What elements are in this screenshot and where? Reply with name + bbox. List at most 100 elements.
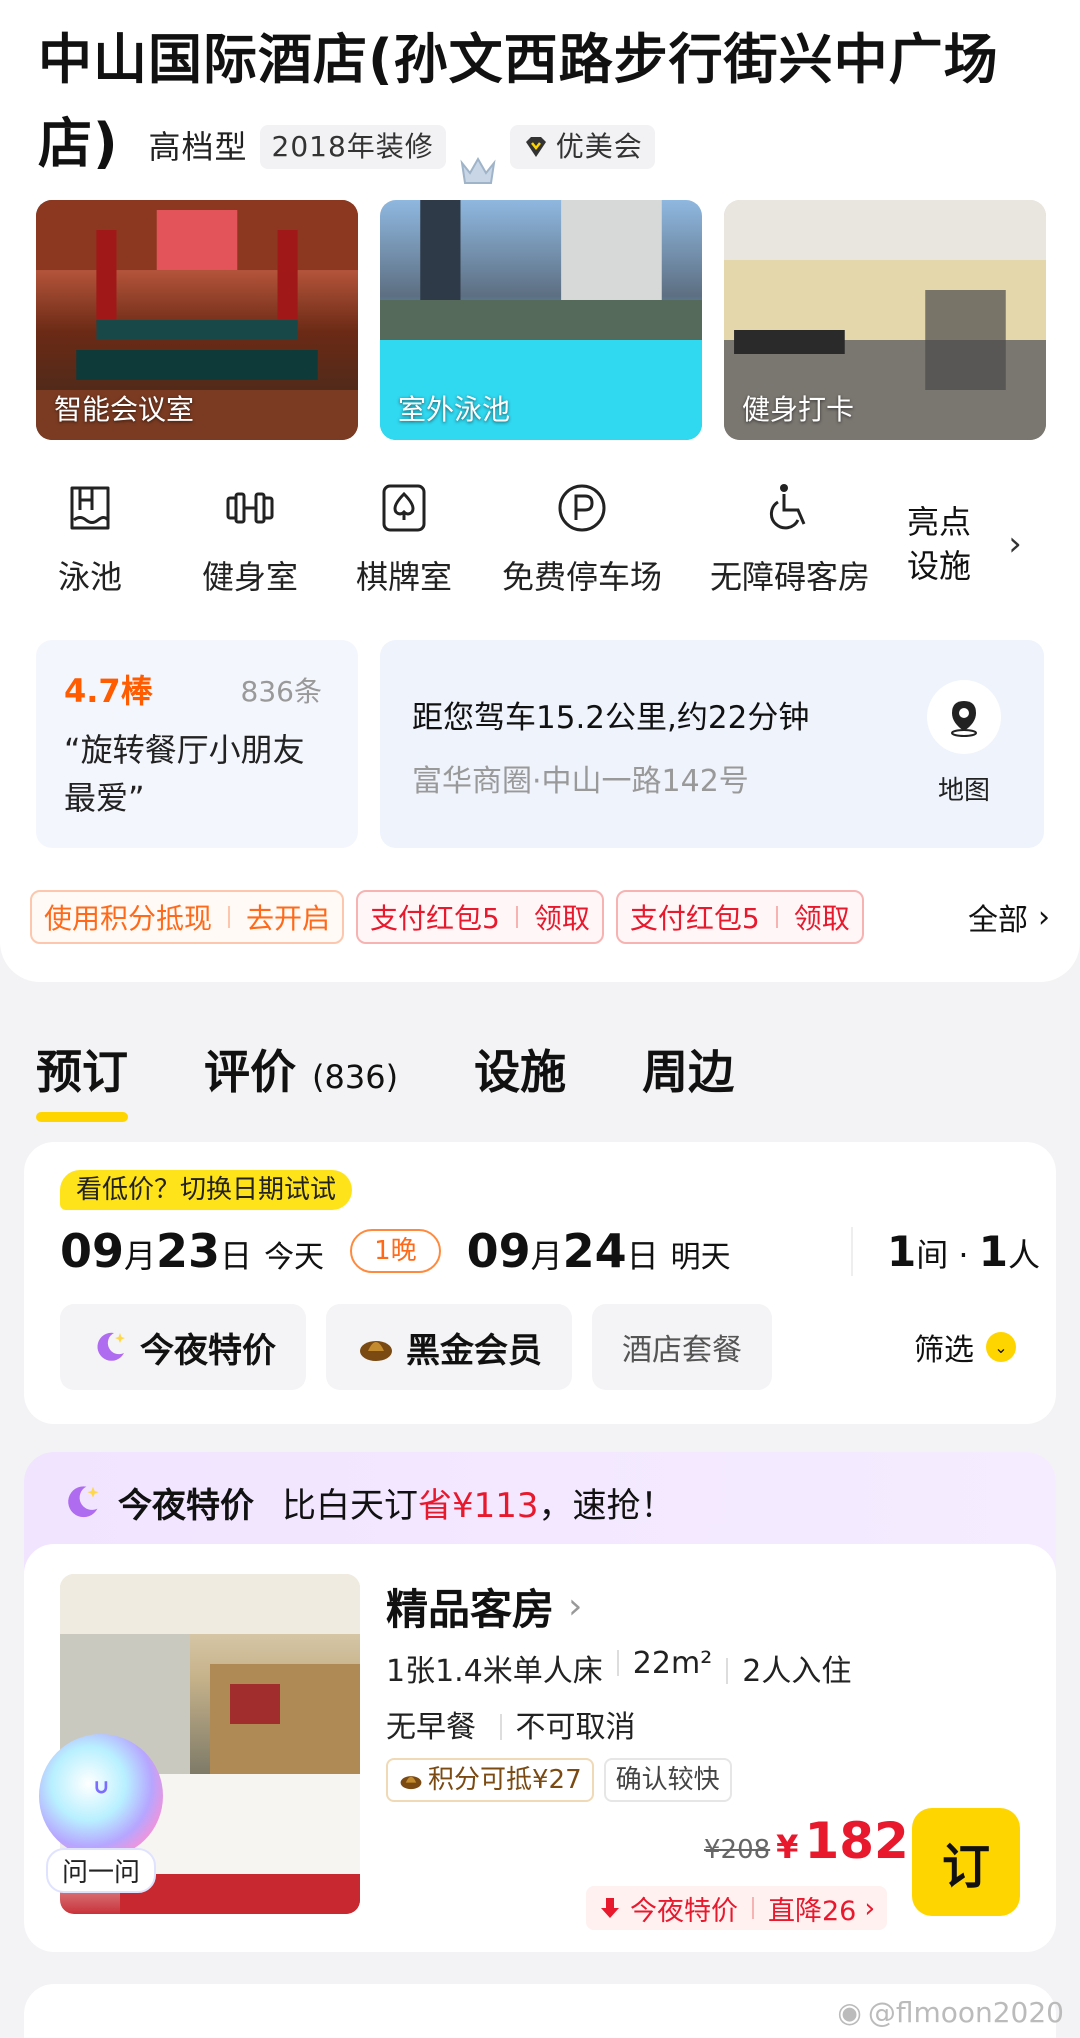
room-policy: 无早餐 不可取消 xyxy=(386,1702,636,1746)
checkin-note: 今天 xyxy=(264,1240,325,1275)
moon-icon xyxy=(68,1486,99,1518)
hotel-grade: 高档型 xyxy=(148,128,248,167)
crown-icon xyxy=(458,129,498,185)
tab-booking[interactable]: 预订 xyxy=(36,1036,128,1122)
facility-label: 健身室 xyxy=(201,558,298,596)
coupon-title: 支付红包5 xyxy=(629,902,760,935)
chevron-right-icon: › xyxy=(1038,899,1050,935)
current-price: 182 xyxy=(804,1812,909,1870)
deal-title: 今夜特价 xyxy=(118,1485,254,1526)
filter-black-gold[interactable]: 黑金会员 xyxy=(326,1304,572,1390)
filter-package[interactable]: 酒店套餐 xyxy=(592,1304,772,1390)
deal-header: 今夜特价 比白天订省¥113，速抢！ xyxy=(60,1474,675,1530)
chevron-right-icon: › xyxy=(864,1892,876,1924)
review-quote: “旋转餐厅小朋友最爱” xyxy=(64,731,305,817)
pool-icon xyxy=(70,486,110,530)
facility-label: 棋牌室 xyxy=(355,558,452,596)
facility-bar: 泳池 健身室 棋牌室 免费停车场 无障碍客房 亮点 设施 › xyxy=(40,480,1050,610)
map-label: 地图 xyxy=(937,776,990,806)
facility-more-line1: 亮点 xyxy=(906,503,971,541)
wheelchair-icon xyxy=(769,484,806,530)
photo-caption: 室外泳池 xyxy=(398,393,511,426)
photo-caption: 健身打卡 xyxy=(742,393,855,426)
facility-more-line2: 设施 xyxy=(906,547,971,585)
date-selector[interactable]: 09月23日 今天 1晚 09月24日 明天 1间 · 1人 xyxy=(60,1216,1040,1286)
location-card[interactable]: 距您驾车15.2公里,约22分钟 富华商圈·中山一路142号 地图 xyxy=(380,640,1044,848)
map-button[interactable]: 地图 xyxy=(924,680,1004,807)
facility-pool[interactable]: 泳池 xyxy=(40,480,140,598)
coupon-points[interactable]: 使用积分抵现 去开启 xyxy=(30,890,345,944)
detail-tabs: 预订 评价 (836) 设施 周边 xyxy=(36,1036,1046,1122)
member-label: 优美会 xyxy=(555,130,643,164)
weibo-icon: ◉ xyxy=(837,1996,862,2029)
black-gold-member-icon xyxy=(360,1341,392,1361)
coupon-action: 领取 xyxy=(793,902,850,935)
facility-card-room[interactable]: 棋牌室 xyxy=(334,480,474,598)
booking-card: 看低价？切换日期试试 09月23日 今天 1晚 09月24日 明天 1间 · 1人 … xyxy=(24,1142,1056,1424)
deal-savings: 省¥113 xyxy=(418,1485,539,1526)
black-gold-member-icon xyxy=(400,1776,422,1790)
watermark: ◉ @flmoon2020 xyxy=(837,1996,1064,2029)
coupon-red-packet[interactable]: 支付红包5 领取 xyxy=(356,890,604,944)
room-filter-bar: 今夜特价 黑金会员 酒店套餐 筛选 ⌄ xyxy=(60,1304,1040,1390)
low-price-tip[interactable]: 看低价？切换日期试试 xyxy=(60,1170,353,1210)
photo-outdoor-pool[interactable]: 室外泳池 xyxy=(380,200,702,440)
filter-button[interactable]: 筛选 ⌄ xyxy=(914,1325,1040,1369)
facility-parking[interactable]: 免费停车场 xyxy=(492,480,672,598)
tab-reviews[interactable]: 评价 (836) xyxy=(204,1036,398,1102)
breakfast-policy: 无早餐 xyxy=(386,1710,476,1745)
moon-icon xyxy=(97,1332,125,1361)
tab-review-count: (836) xyxy=(312,1058,399,1096)
discount-badge[interactable]: 今夜特价 直降26 › xyxy=(586,1886,888,1930)
assistant-label: 问一问 xyxy=(45,1848,156,1893)
original-price: ¥208 xyxy=(704,1835,771,1865)
photo-gallery: 智能会议室 室外泳池 健身打卡 xyxy=(36,200,1046,440)
photo-gym[interactable]: 健身打卡 xyxy=(724,200,1046,440)
coupon-bar: 使用积分抵现 去开启 支付红包5 领取 支付红包5 领取 全部 › xyxy=(30,890,1050,944)
chevron-down-icon: ⌄ xyxy=(986,1332,1016,1362)
arrow-down-icon xyxy=(601,1898,619,1918)
rooms-guests-selector[interactable]: 1间 · 1人 xyxy=(850,1226,1040,1276)
spade-card-icon xyxy=(382,484,426,532)
room-tags: 积分可抵¥27 确认较快 xyxy=(386,1758,732,1802)
tab-nearby[interactable]: 周边 xyxy=(642,1036,734,1102)
room-card[interactable]: 精品客房 › 1张1.4米单人床 22m² 2人入住 无早餐 不可取消 积分可抵… xyxy=(24,1544,1056,1952)
chevron-right-icon: › xyxy=(568,1586,583,1627)
cancel-policy: 不可取消 xyxy=(486,1710,636,1745)
facility-more-button[interactable]: 亮点 设施 › xyxy=(904,500,1050,588)
driving-distance: 距您驾车15.2公里,约22分钟 xyxy=(412,700,810,736)
coupon-title: 使用积分抵现 xyxy=(44,902,213,935)
facility-label: 无障碍客房 xyxy=(709,558,870,596)
bed-type: 1张1.4米单人床 xyxy=(386,1654,603,1689)
photo-caption: 智能会议室 xyxy=(54,393,195,426)
hotel-title: 中山国际酒店(孙文西路步行街兴中广场店) 高档型 2018年装修 优美会 xyxy=(38,18,1048,189)
dumbbell-icon xyxy=(226,492,274,524)
currency-symbol: ¥ xyxy=(776,1828,799,1866)
diamond-icon xyxy=(525,137,546,158)
room-name[interactable]: 精品客房 › xyxy=(386,1576,582,1637)
review-count: 836条 xyxy=(240,675,322,708)
review-summary[interactable]: 4.7棒 836条 “旋转餐厅小朋友最爱” xyxy=(36,640,358,848)
nights-badge: 1晚 xyxy=(350,1229,441,1273)
tab-facilities[interactable]: 设施 xyxy=(474,1036,566,1102)
checkout-date[interactable]: 09月24日 明天 xyxy=(467,1224,731,1278)
room-price: ¥208 ¥ 182 xyxy=(704,1812,909,1870)
coupons-all-label: 全部 xyxy=(968,903,1028,938)
fast-confirm-tag: 确认较快 xyxy=(603,1758,732,1802)
hotel-address: 富华商圈·中山一路142号 xyxy=(412,764,749,799)
book-button[interactable]: 订 xyxy=(912,1808,1020,1916)
parking-icon xyxy=(558,484,606,532)
coupons-all-button[interactable]: 全部 › xyxy=(968,895,1050,939)
hotel-header-card: 中山国际酒店(孙文西路步行街兴中广场店) 高档型 2018年装修 优美会 智能会… xyxy=(0,0,1080,982)
checkin-date[interactable]: 09月23日 今天 xyxy=(60,1224,324,1278)
filter-tonight-deal[interactable]: 今夜特价 xyxy=(60,1304,306,1390)
photo-meeting-room[interactable]: 智能会议室 xyxy=(36,200,358,440)
member-badge[interactable]: 优美会 xyxy=(509,125,655,170)
facility-accessible[interactable]: 无障碍客房 xyxy=(700,480,880,598)
coupon-red-packet[interactable]: 支付红包5 领取 xyxy=(615,890,864,944)
coupon-title: 支付红包5 xyxy=(370,902,500,935)
facility-gym[interactable]: 健身室 xyxy=(180,480,320,598)
room-occupancy: 2人入住 xyxy=(712,1646,851,1690)
chevron-right-icon: › xyxy=(1008,524,1022,564)
ai-assistant-button[interactable]: ᐡ 问一问 xyxy=(36,1734,166,1894)
